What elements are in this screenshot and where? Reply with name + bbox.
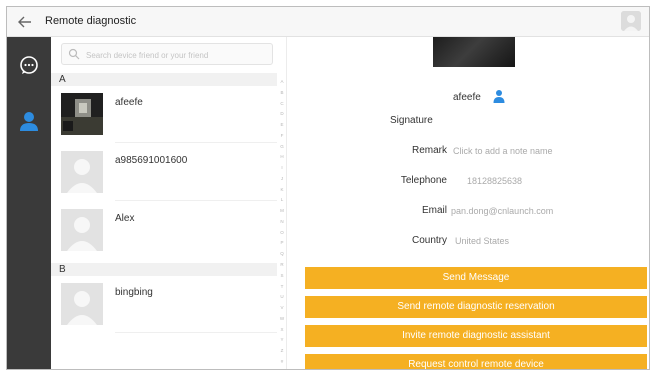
side-rail	[7, 37, 51, 369]
contacts-person-icon[interactable]	[17, 109, 41, 133]
back-arrow-icon[interactable]	[17, 14, 33, 30]
section-header-a: A	[51, 73, 277, 86]
contact-detail-pane: afeefe Signature Remark Click to add a n…	[287, 37, 649, 369]
index-letter[interactable]: Z	[281, 348, 284, 354]
index-letter[interactable]: U	[280, 294, 283, 300]
index-letter[interactable]: L	[281, 197, 284, 203]
signature-label: Signature	[390, 115, 433, 126]
invite-assistant-button[interactable]: Invite remote diagnostic assistant	[305, 325, 647, 347]
user-avatar[interactable]	[621, 11, 641, 31]
index-letter[interactable]: A	[280, 79, 283, 85]
contact-item-a985691001600[interactable]: a985691001600	[51, 145, 277, 201]
contact-name: a985691001600	[115, 155, 188, 166]
contact-detail-photo	[433, 37, 515, 67]
remark-value[interactable]: Click to add a note name	[453, 146, 553, 156]
index-letter[interactable]: #	[281, 359, 284, 365]
divider	[115, 332, 277, 333]
index-letter[interactable]: Q	[280, 251, 284, 257]
section-header-b: B	[51, 263, 277, 276]
index-letter[interactable]: V	[280, 305, 283, 311]
index-letter[interactable]: K	[280, 187, 283, 193]
contact-name: Alex	[115, 213, 135, 224]
index-letter[interactable]: W	[280, 316, 284, 322]
index-letter[interactable]: O	[280, 230, 284, 236]
index-letter[interactable]: C	[280, 101, 283, 107]
contact-item-afeefe[interactable]: afeefe	[51, 87, 277, 143]
country-label: Country	[411, 235, 447, 246]
remark-label: Remark	[411, 145, 447, 156]
contact-list-pane: A afeefe a98	[51, 37, 287, 369]
divider	[115, 142, 277, 143]
index-letter[interactable]: J	[281, 176, 283, 182]
search-icon	[68, 48, 80, 60]
alphabet-index[interactable]: A B C D E F G H I J K L M N O P Q R S T …	[277, 79, 287, 365]
contact-item-alex[interactable]: Alex	[51, 203, 277, 259]
chat-bubble-icon[interactable]	[17, 53, 41, 77]
top-bar: Remote diagnostic	[7, 7, 649, 37]
contact-name: afeefe	[115, 97, 143, 108]
person-icon	[493, 90, 505, 103]
send-message-button[interactable]: Send Message	[305, 267, 647, 289]
index-letter[interactable]: Y	[280, 337, 283, 343]
index-letter[interactable]: M	[280, 208, 284, 214]
index-letter[interactable]: G	[280, 144, 284, 150]
contact-name: bingbing	[115, 287, 153, 298]
index-letter[interactable]: I	[281, 165, 282, 171]
index-letter[interactable]: S	[280, 273, 283, 279]
app-window: Remote diagnostic Search device friend o…	[6, 6, 650, 370]
default-avatar-icon	[61, 209, 103, 251]
index-letter[interactable]: D	[280, 111, 283, 117]
index-letter[interactable]: F	[281, 133, 284, 139]
index-letter[interactable]: H	[280, 154, 283, 160]
photo-thumbnail-icon	[61, 93, 103, 135]
index-letter[interactable]: P	[280, 240, 283, 246]
telephone-value: 18128825638	[467, 176, 523, 186]
contact-photo	[61, 283, 103, 325]
contact-item-bingbing[interactable]: bingbing	[51, 277, 277, 333]
email-value: pan.dong@cnlaunch.com	[451, 206, 554, 216]
page-title: Remote diagnostic	[45, 15, 137, 27]
index-letter[interactable]: T	[281, 284, 284, 290]
detail-name: afeefe	[453, 92, 481, 103]
telephone-label: Telephone	[400, 175, 447, 186]
index-letter[interactable]: R	[280, 262, 283, 268]
contact-photo	[61, 151, 103, 193]
divider	[115, 200, 277, 201]
contact-photo	[61, 93, 103, 135]
index-letter[interactable]: N	[280, 219, 283, 225]
country-value: United States	[455, 236, 510, 246]
search-box[interactable]	[61, 43, 273, 65]
send-reservation-button[interactable]: Send remote diagnostic reservation	[305, 296, 647, 318]
search-input[interactable]	[84, 46, 272, 64]
email-label: Email	[421, 205, 447, 216]
default-avatar-icon	[61, 283, 103, 325]
index-letter[interactable]: E	[280, 122, 283, 128]
default-avatar-icon	[621, 11, 641, 31]
index-letter[interactable]: X	[280, 327, 283, 333]
index-letter[interactable]: B	[280, 90, 283, 96]
request-control-button[interactable]: Request control remote device	[305, 354, 647, 369]
default-avatar-icon	[61, 151, 103, 193]
contact-photo	[61, 209, 103, 251]
